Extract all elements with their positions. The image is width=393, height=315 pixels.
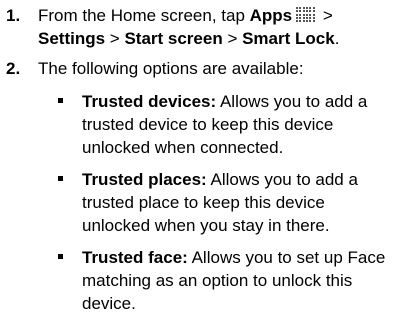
grid-dot — [309, 16, 312, 19]
settings-label: Settings — [38, 29, 106, 48]
step-number: 2. — [6, 59, 21, 78]
grid-dot — [309, 7, 312, 9]
grid-dot — [299, 13, 302, 16]
grid-dot — [312, 20, 315, 23]
grid-dot — [299, 7, 302, 9]
smart-lock-label: Smart Lock — [242, 29, 335, 48]
grid-dot — [299, 20, 302, 23]
grid-dot — [302, 20, 305, 23]
grid-dot — [296, 20, 299, 23]
bullet-icon — [58, 98, 63, 103]
grid-dot — [296, 13, 299, 16]
grid-dot — [306, 10, 309, 13]
grid-dot — [299, 16, 302, 19]
grid-dot — [312, 13, 315, 16]
grid-dot — [296, 10, 299, 13]
grid-dot — [302, 16, 305, 19]
grid-dot — [312, 7, 315, 9]
apps-label: Apps — [249, 6, 293, 25]
option-term: Trusted places: — [82, 170, 207, 189]
grid-icon — [296, 7, 315, 24]
grid-dot — [309, 20, 312, 23]
grid-dot — [306, 16, 309, 19]
start-screen-label: Start screen — [124, 29, 223, 48]
grid-dot — [296, 16, 299, 19]
bullet-icon — [58, 176, 63, 181]
grid-dot — [302, 13, 305, 16]
option-term: Trusted devices: — [82, 92, 217, 111]
grid-dot — [306, 13, 309, 16]
option-term: Trusted face: — [82, 248, 188, 267]
grid-dot — [309, 10, 312, 13]
grid-dot — [312, 16, 315, 19]
step-2-text: The following options are available: — [38, 59, 304, 78]
grid-dot — [306, 20, 309, 23]
step-number: 1. — [6, 6, 21, 25]
instruction-page: 1. From the Home screen, tap Apps > Sett… — [0, 0, 393, 315]
grid-dot — [302, 7, 305, 9]
step-1-text: From the Home screen, tap Apps > Setting… — [38, 6, 340, 48]
grid-dot — [299, 10, 302, 13]
grid-dot — [306, 7, 309, 9]
grid-dot — [302, 10, 305, 13]
grid-dot — [312, 10, 315, 13]
bullet-icon — [58, 254, 63, 259]
grid-dot — [296, 7, 299, 9]
grid-dot — [309, 13, 312, 16]
